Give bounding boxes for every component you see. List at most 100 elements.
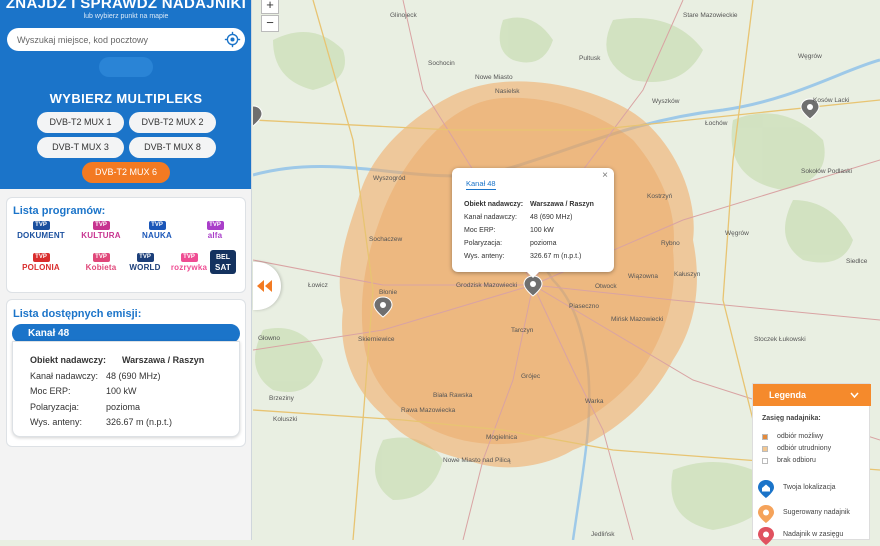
popup-label-channel: Kanał nadawczy: [464,214,517,221]
popup-label-polarization: Polaryzacja: [464,240,503,247]
map-place-label: Biała Rawska [433,392,473,399]
mux-button-dvbt2-mux2[interactable]: DVB-T2 MUX 2 [129,112,216,133]
program-logo-name: rozrywka [170,263,208,272]
legend-swatch-possible [762,434,768,440]
map-place-label: Nowe Miasto [475,74,513,81]
app-title: ZNAJDŹ I SPRAWDŹ NADAJNIKI [5,0,247,12]
program-logo-name: DOKUMENT [17,231,65,240]
emission-label-power: Moc ERP: [30,386,71,396]
map-place-label: Kałuszyn [674,271,701,278]
map-place-label: Łochów [705,120,728,127]
program-logo-badge: TVP [92,221,110,230]
app-subtitle: lub wybierz punkt na mapie [83,13,169,20]
popup-label-height: Wys. anteny: [464,253,505,260]
map-place-label: Głowno [258,335,281,342]
program-logo-nauka[interactable]: TVP NAUKA [130,221,184,240]
chevron-down-icon [850,392,859,398]
popup-value-height: 326.67 m (n.p.t.) [530,253,582,260]
emission-label-height: Wys. anteny: [30,417,82,427]
locate-icon[interactable] [224,31,241,48]
transmitter-marker-west[interactable] [253,105,263,127]
program-logo-dokument[interactable]: TVP DOKUMENT [14,221,68,240]
legend-swatch-difficult [762,446,768,452]
popup-value-power: 100 kW [530,227,554,234]
program-logo-name: KULTURA [81,231,121,240]
map-place-label: Łowicz [308,282,328,289]
legend-swatch-none [762,458,768,464]
legend-label-your-location: Twoja lokalizacja [783,484,836,491]
program-logo-sat[interactable]: BEL SAT [210,250,236,274]
emission-label-object: Obiekt nadawczy: [30,355,107,365]
map-place-label: Otwock [595,283,617,290]
legend-header[interactable]: Legenda [753,384,871,406]
program-logo-badge: TVP [32,221,50,230]
map-place-label: Glinojeck [390,12,417,19]
map-place-label: Siedlce [846,258,868,265]
program-logo-alfa[interactable]: TVP alfa [188,221,242,240]
mux-button-dvbt-mux8[interactable]: DVB-T MUX 8 [129,137,216,158]
program-logo-name: NAUKA [142,231,172,240]
mux-button-dvbt2-mux1[interactable]: DVB-T2 MUX 1 [37,112,124,133]
map-place-label: Grójec [521,373,541,380]
programs-card: Lista programów: [6,197,246,293]
program-logo-badge: BEL [216,254,230,261]
popup-channel-tab[interactable]: Kanał 48 [466,179,496,190]
map-place-label: Skierniewice [358,336,395,343]
sidebar-toggle-handle[interactable] [253,262,281,310]
popup-value-polarization: pozioma [530,240,557,247]
map-place-label: Kostrzyń [647,193,673,200]
sidebar: ZNAJDŹ I SPRAWDŹ NADAJNIKI lub wybierz p… [0,0,252,540]
mux-button-dvbt-mux3[interactable]: DVB-T MUX 3 [37,137,124,158]
popup-label-object: Obiekt nadawczy: [464,201,524,208]
map-place-label: Grodzisk Mazowiecki [456,282,518,289]
map-place-label: Koluszki [273,416,298,423]
legend-label-none: brak odbioru [777,457,816,464]
search-box [7,28,245,51]
map-place-label: Wyszków [652,98,680,105]
legend-label-in-range: Nadajnik w zasięgu [783,531,844,538]
popup-label-power: Moc ERP: [464,227,496,234]
popup-close-button[interactable]: × [602,170,608,181]
map-place-label: Mogielnica [486,434,518,441]
map-place-label: Wyszogród [373,175,406,182]
emissions-title: Lista dostępnych emisji: [13,308,142,320]
program-logo-kultura[interactable]: TVP KULTURA [74,221,128,240]
map-place-label: Rybno [661,240,680,247]
popup-value-object: Warszawa / Raszyn [530,201,594,208]
map-place-label: Nasielsk [495,88,520,95]
program-logo-badge: TVP [92,253,110,262]
emission-label-polarization: Polaryzacja: [30,402,80,412]
map-place-label: Sochocin [428,60,455,67]
map-place-label: Pultusk [579,55,601,62]
transmitter-popup: Kanał 48 × Obiekt nadawczy: Warszawa / R… [452,168,614,278]
map-place-label: Węgrów [798,53,822,60]
program-logo-name: POLONIA [22,263,60,272]
map-place-label: Jedlińsk [591,531,615,538]
program-logo-rozrywka[interactable]: TVP rozrywka [162,253,216,272]
map-place-label: Wiązowna [628,273,658,280]
program-logo-badge: TVP [180,253,198,262]
map-place-label: Węgrów [725,230,749,237]
multiplex-heading: WYBIERZ MULTIPLEKS [49,91,203,106]
program-logo-polonia[interactable]: TVP POLONIA [14,253,68,272]
map-place-label: Błonie [379,289,398,296]
map-place-label: Warka [585,398,604,405]
program-logo-name: alfa [207,231,223,240]
search-input[interactable] [17,32,217,47]
search-button[interactable] [99,57,153,77]
map-place-label: Kosów Lacki [813,97,850,104]
search-panel: ZNAJDŹ I SPRAWDŹ NADAJNIKI lub wybierz p… [0,0,251,189]
mux-button-dvbt2-mux6[interactable]: DVB-T2 MUX 6 [82,162,170,183]
emission-value-power: 100 kW [106,386,137,396]
program-logo-badge: TVP [148,221,166,230]
popup-pointer [526,271,540,278]
zoom-out-button[interactable]: − [261,15,279,32]
home-location-icon [758,480,774,498]
legend-label-possible: odbiór możliwy [777,433,824,440]
emission-value-height: 326.67 m (n.p.t.) [106,417,173,427]
legend-panel: Legenda Zasięg nadajnika: odbiór możliwy… [752,383,871,545]
zoom-in-button[interactable]: + [261,0,279,14]
emission-value-polarization: pozioma [106,402,141,412]
legend-range-heading: Zasięg nadajnika: [762,415,821,422]
legend-title: Legenda [769,390,807,400]
